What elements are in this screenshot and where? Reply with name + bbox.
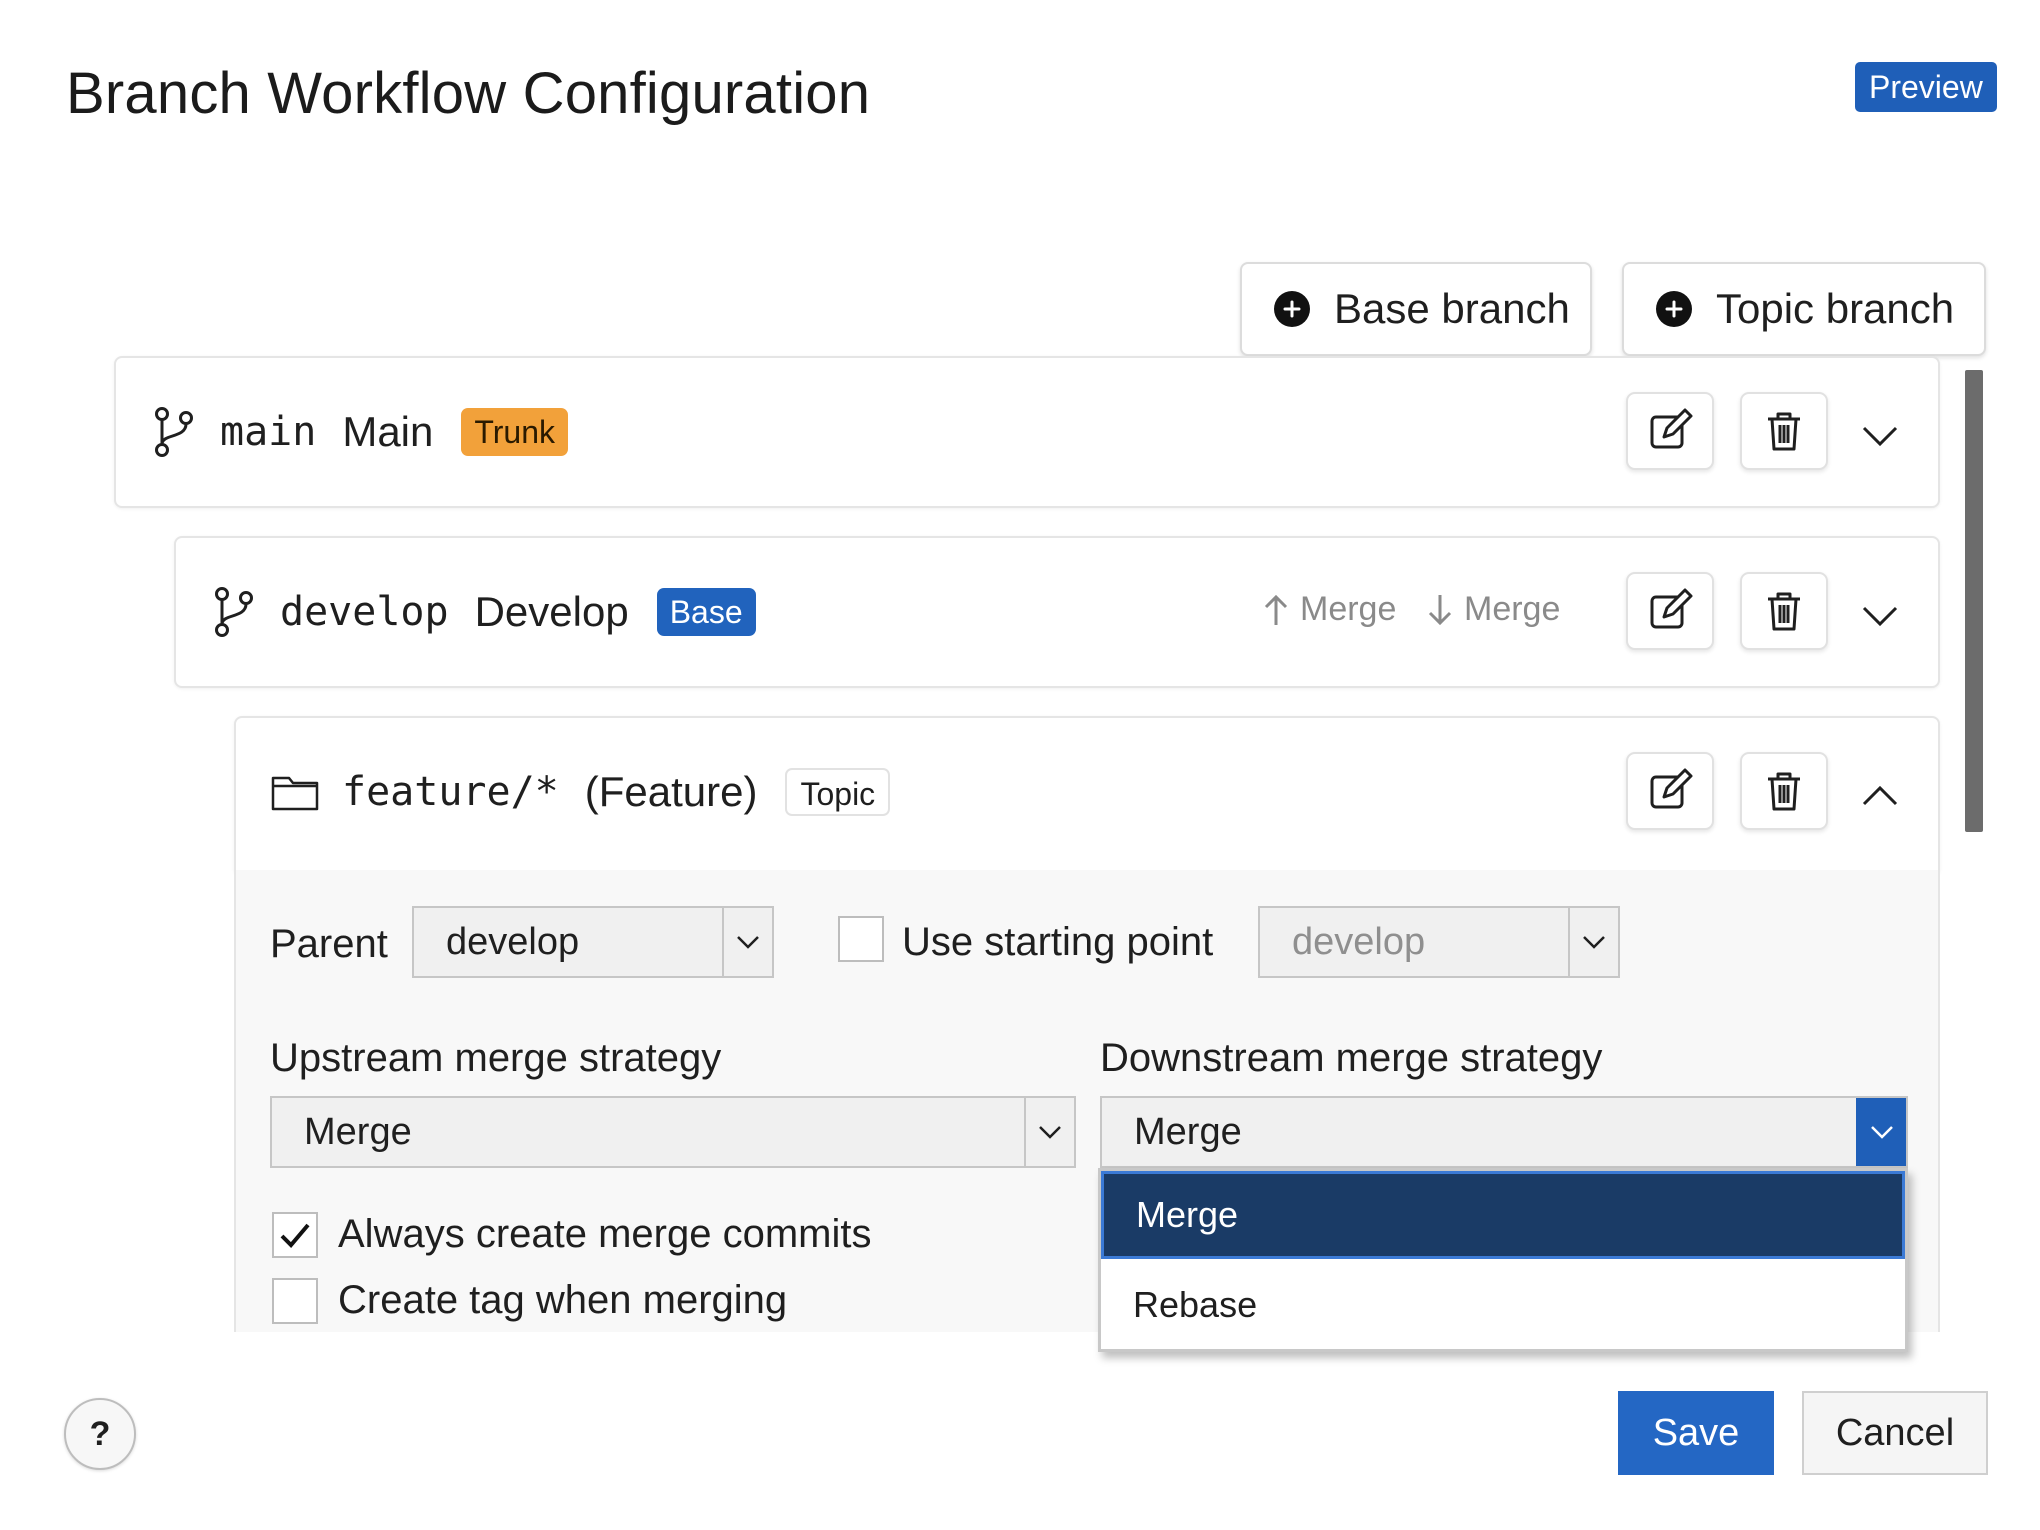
starting-point-select: develop xyxy=(1258,906,1620,978)
preview-badge: Preview xyxy=(1855,62,1997,112)
branch-display-name: Develop xyxy=(474,588,629,635)
branch-name: main xyxy=(220,409,317,455)
starting-point-value: develop xyxy=(1292,920,1426,963)
delete-button[interactable] xyxy=(1740,392,1828,470)
edit-button[interactable] xyxy=(1626,752,1714,830)
chevron-up-icon[interactable] xyxy=(1858,780,1902,810)
edit-icon xyxy=(1650,768,1693,809)
upstream-strategy-label: Upstream merge strategy xyxy=(270,1036,722,1080)
upstream-strategy-select[interactable]: Merge xyxy=(270,1096,1076,1168)
help-button[interactable]: ? xyxy=(64,1398,136,1470)
cancel-button[interactable]: Cancel xyxy=(1802,1391,1988,1475)
edit-icon xyxy=(1650,408,1693,449)
trash-icon xyxy=(1768,772,1800,811)
branch-name: feature/* xyxy=(342,769,559,815)
use-starting-point-label: Use starting point xyxy=(902,920,1214,964)
upstream-strategy-value: Merge xyxy=(304,1110,412,1153)
delete-button[interactable] xyxy=(1740,752,1828,830)
checkmark-icon xyxy=(280,1223,310,1248)
branch-row-main[interactable]: main Main Trunk xyxy=(114,356,1940,508)
add-topic-branch-label: Topic branch xyxy=(1716,285,1955,332)
edit-button[interactable] xyxy=(1626,392,1714,470)
use-starting-point-checkbox[interactable] xyxy=(838,916,884,962)
git-branch-icon xyxy=(155,407,193,457)
trunk-tag: Trunk xyxy=(461,408,568,456)
create-tag-label: Create tag when merging xyxy=(338,1278,788,1322)
upstream-merge-hint: Merge xyxy=(1262,590,1396,629)
branch-name: develop xyxy=(280,589,449,635)
chevron-down-icon[interactable] xyxy=(1858,420,1902,450)
folder-icon xyxy=(271,776,319,811)
always-merge-commits-checkbox[interactable] xyxy=(272,1212,318,1258)
downstream-strategy-listbox[interactable]: Merge Rebase xyxy=(1098,1168,1908,1352)
topic-tag: Topic xyxy=(785,768,891,816)
edit-icon xyxy=(1650,588,1693,629)
trash-icon xyxy=(1768,412,1800,451)
create-tag-checkbox[interactable] xyxy=(272,1278,318,1324)
save-button[interactable]: Save xyxy=(1618,1391,1774,1475)
always-merge-commits-label: Always create merge commits xyxy=(338,1212,872,1256)
parent-label: Parent xyxy=(270,922,388,966)
downstream-merge-hint: Merge xyxy=(1426,590,1560,629)
upstream-merge-label: Merge xyxy=(1300,590,1397,628)
chevron-down-icon xyxy=(1024,1098,1074,1166)
arrow-down-icon xyxy=(1428,594,1452,625)
chevron-down-icon[interactable] xyxy=(1858,600,1902,630)
plus-circle-icon xyxy=(1274,291,1310,327)
downstream-merge-label: Merge xyxy=(1464,590,1561,628)
branch-display-name: Main xyxy=(342,408,434,455)
add-base-branch-label: Base branch xyxy=(1334,285,1570,332)
chevron-down-icon xyxy=(1568,908,1618,976)
dropdown-option-rebase[interactable]: Rebase xyxy=(1101,1261,1905,1349)
delete-button[interactable] xyxy=(1740,572,1828,650)
page-title: Branch Workflow Configuration xyxy=(66,61,871,126)
add-base-branch-button[interactable]: Base branch xyxy=(1240,262,1592,356)
branch-row-develop[interactable]: develop Develop Base Merge Merge xyxy=(174,536,1940,688)
chevron-down-icon xyxy=(1856,1098,1906,1166)
trash-icon xyxy=(1768,592,1800,631)
downstream-strategy-select[interactable]: Merge xyxy=(1100,1096,1908,1168)
scrollbar-thumb[interactable] xyxy=(1965,370,1983,832)
add-topic-branch-button[interactable]: Topic branch xyxy=(1622,262,1986,356)
dropdown-option-merge[interactable]: Merge xyxy=(1101,1171,1905,1259)
branch-row-feature[interactable]: feature/* (Feature) Topic xyxy=(234,716,1940,872)
downstream-strategy-label: Downstream merge strategy xyxy=(1100,1036,1603,1080)
arrow-up-icon xyxy=(1264,594,1288,625)
parent-value: develop xyxy=(446,920,580,963)
edit-button[interactable] xyxy=(1626,572,1714,650)
branch-display-name: (Feature) xyxy=(584,768,758,815)
plus-circle-icon xyxy=(1656,291,1692,327)
chevron-down-icon xyxy=(722,908,772,976)
parent-select[interactable]: develop xyxy=(412,906,774,978)
git-branch-icon xyxy=(215,587,253,637)
base-tag: Base xyxy=(656,588,756,636)
downstream-strategy-value: Merge xyxy=(1134,1110,1242,1153)
